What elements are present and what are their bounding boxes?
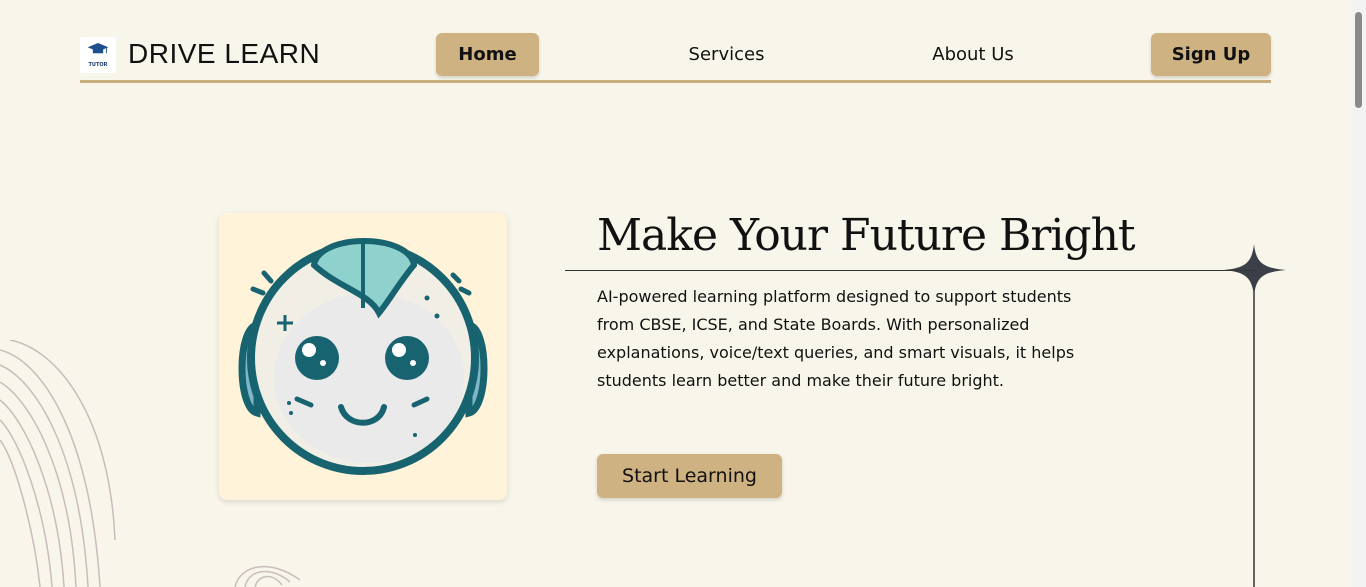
hero-title: Make Your Future Bright: [597, 210, 1136, 261]
signup-button[interactable]: Sign Up: [1151, 33, 1271, 76]
site-header: TUTOR DRIVE LEARN Home Services About Us…: [80, 33, 1271, 83]
sparkle-star-icon: [1224, 244, 1286, 587]
title-underline: [565, 270, 1255, 271]
page-scrollbar[interactable]: [1351, 0, 1366, 587]
hero-description: AI-powered learning platform designed to…: [597, 287, 1075, 390]
hero-mascot-card: [219, 213, 507, 500]
start-learning-button[interactable]: Start Learning: [597, 454, 782, 498]
decorative-leaf-lines: [0, 340, 116, 587]
graduation-cap-icon: [87, 43, 109, 54]
header-divider: [80, 80, 1271, 83]
nav-about-us[interactable]: About Us: [918, 33, 1028, 76]
robot-face-icon: [238, 238, 488, 475]
nav-services[interactable]: Services: [670, 33, 783, 76]
scrollbar-thumb[interactable]: [1355, 12, 1362, 108]
nav-home[interactable]: Home: [436, 33, 539, 76]
logo-small-text: TUTOR: [88, 62, 108, 68]
logo[interactable]: TUTOR: [80, 37, 116, 73]
decorative-shell-lines: [234, 565, 301, 587]
brand-name[interactable]: DRIVE LEARN: [128, 38, 320, 70]
